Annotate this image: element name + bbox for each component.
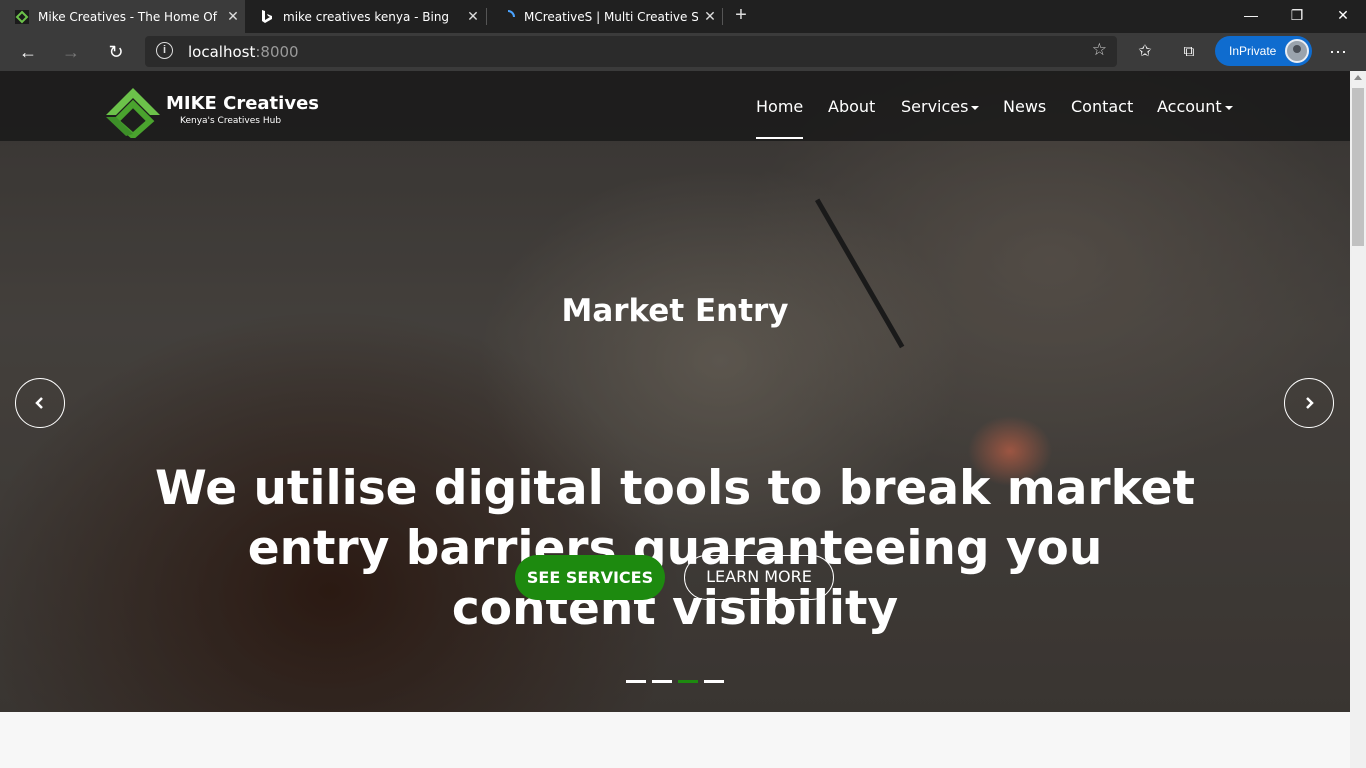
inprivate-badge[interactable]: InPrivate <box>1215 36 1312 66</box>
site-navbar: MIKE Creatives Kenya's Creatives Hub Hom… <box>0 71 1350 141</box>
window-close-icon[interactable]: ✕ <box>1320 0 1366 30</box>
site-logo[interactable]: MIKE Creatives Kenya's Creatives Hub <box>104 86 319 138</box>
forward-icon[interactable]: → <box>55 36 87 68</box>
site-favicon-icon <box>14 9 30 25</box>
nav-contact[interactable]: Contact <box>1071 97 1133 116</box>
logo-mark-icon <box>106 88 160 138</box>
close-icon[interactable]: ✕ <box>698 9 722 25</box>
carousel-indicator[interactable] <box>704 680 724 683</box>
tab-title: Mike Creatives - The Home Of Ke <box>38 9 221 24</box>
scroll-up-icon[interactable] <box>1354 75 1362 80</box>
tab-divider <box>722 8 723 25</box>
inprivate-label: InPrivate <box>1229 44 1277 58</box>
nav-account[interactable]: Account <box>1157 97 1233 116</box>
hero-carousel: MIKE Creatives Kenya's Creatives Hub Hom… <box>0 71 1350 712</box>
nav-about[interactable]: About <box>828 97 875 116</box>
tab-title: mike creatives kenya - Bing <box>283 9 450 24</box>
carousel-indicator[interactable] <box>652 680 672 683</box>
carousel-indicator[interactable] <box>626 680 646 683</box>
avatar <box>1285 39 1309 63</box>
info-icon[interactable]: i <box>156 42 173 59</box>
loading-spinner-icon <box>500 9 516 25</box>
minimize-icon[interactable]: — <box>1228 0 1274 30</box>
close-icon[interactable]: ✕ <box>221 9 245 25</box>
new-tab-icon[interactable]: + <box>729 4 753 28</box>
tab-mike-creatives[interactable]: Mike Creatives - The Home Of Ke ✕ <box>0 0 245 33</box>
chevron-right-icon <box>1306 397 1314 409</box>
bing-icon <box>259 9 275 25</box>
carousel-prev-button[interactable] <box>15 378 65 428</box>
tab-bing[interactable]: mike creatives kenya - Bing ✕ <box>245 0 485 33</box>
nav-services[interactable]: Services <box>901 97 980 116</box>
caret-down-icon <box>1224 105 1233 110</box>
browser-toolbar: ← → ↻ i localhost:8000 ☆ ✩ ⧉ InPrivate ⋯ <box>0 33 1366 71</box>
nav-home[interactable]: Home <box>756 97 803 116</box>
close-icon[interactable]: ✕ <box>461 9 485 25</box>
brand-tagline: Kenya's Creatives Hub <box>180 116 282 126</box>
browser-tab-bar: Mike Creatives - The Home Of Ke ✕ mike c… <box>0 0 1366 33</box>
active-nav-indicator <box>756 137 803 139</box>
carousel-next-button[interactable] <box>1284 378 1334 428</box>
tab-title: MCreativeS | Multi Creative Solut <box>524 9 698 24</box>
carousel-indicator[interactable] <box>678 680 698 683</box>
more-menu-icon[interactable]: ⋯ <box>1322 36 1354 68</box>
favorite-star-icon[interactable]: ☆ <box>1092 40 1107 60</box>
chevron-left-icon <box>35 397 43 409</box>
page-scrollbar[interactable] <box>1350 71 1366 768</box>
restore-icon[interactable]: ❐ <box>1274 0 1320 30</box>
slide-headline: We utilise digital tools to break market… <box>155 461 1195 636</box>
refresh-icon[interactable]: ↻ <box>100 36 132 68</box>
address-bar[interactable]: i localhost:8000 ☆ <box>145 36 1117 67</box>
brand-name: MIKE Creatives <box>166 93 319 114</box>
learn-more-button[interactable]: LEARN MORE <box>684 555 834 600</box>
favorites-icon[interactable]: ✩ <box>1129 36 1161 68</box>
back-icon[interactable]: ← <box>12 36 44 68</box>
slide-subtitle: Market Entry <box>561 293 789 329</box>
tab-mcreatives[interactable]: MCreativeS | Multi Creative Solut ✕ <box>486 0 722 33</box>
nav-news[interactable]: News <box>1003 97 1046 116</box>
page-viewport: MIKE Creatives Kenya's Creatives Hub Hom… <box>0 71 1350 768</box>
caret-down-icon <box>971 105 980 110</box>
collections-icon[interactable]: ⧉ <box>1173 36 1205 68</box>
address-text[interactable]: localhost:8000 <box>188 43 299 61</box>
see-services-button[interactable]: SEE SERVICES <box>515 555 665 600</box>
scrollbar-thumb[interactable] <box>1352 88 1364 246</box>
